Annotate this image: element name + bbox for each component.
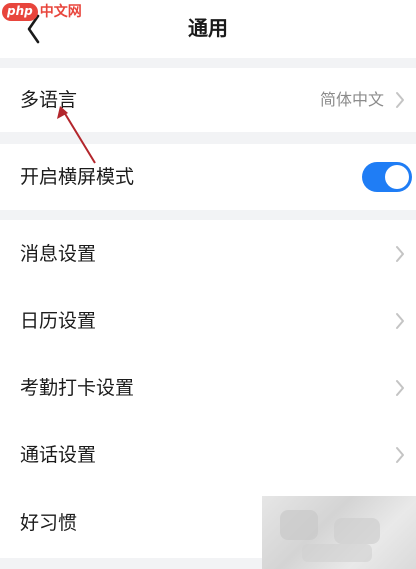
language-value: 简体中文 bbox=[319, 90, 384, 109]
settings-row-language[interactable]: 多语言 简体中文 bbox=[0, 68, 416, 132]
blurred-watermark bbox=[262, 496, 416, 569]
row-label-calendar: 日历设置 bbox=[20, 309, 97, 332]
row-label-language: 多语言 bbox=[20, 89, 78, 111]
row-label-message: 消息设置 bbox=[20, 242, 97, 265]
row-label-habits: 好习惯 bbox=[20, 512, 78, 534]
row-label-attendance: 考勤打卡设置 bbox=[20, 376, 135, 399]
settings-row-calendar[interactable]: 日历设置 bbox=[0, 287, 416, 354]
settings-row-landscape: 开启横屏模式 bbox=[0, 144, 416, 210]
watermark-logo-cn: 中文网 bbox=[39, 4, 82, 20]
watermark-logo-php: php bbox=[2, 3, 38, 21]
chevron-right-icon bbox=[394, 446, 406, 464]
row-label-call: 通话设置 bbox=[20, 443, 97, 466]
toggle-knob bbox=[385, 165, 409, 189]
settings-row-attendance[interactable]: 考勤打卡设置 bbox=[0, 354, 416, 421]
row-label-landscape: 开启横屏模式 bbox=[20, 166, 135, 188]
settings-row-message[interactable]: 消息设置 bbox=[0, 220, 416, 287]
chevron-right-icon bbox=[394, 91, 406, 109]
settings-row-call[interactable]: 通话设置 bbox=[0, 421, 416, 488]
chevron-right-icon bbox=[394, 245, 406, 263]
chevron-right-icon bbox=[394, 312, 406, 330]
landscape-toggle[interactable] bbox=[362, 162, 412, 192]
watermark-logo: php 中文网 bbox=[2, 2, 82, 22]
chevron-right-icon bbox=[394, 379, 406, 397]
